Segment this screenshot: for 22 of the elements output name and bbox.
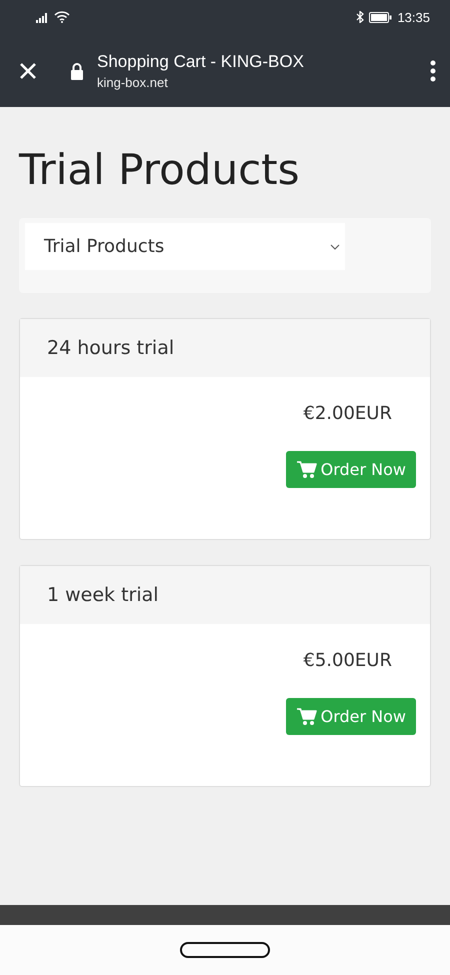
signal-icon — [36, 12, 50, 22]
cart-icon — [296, 460, 317, 478]
close-button[interactable] — [19, 62, 37, 80]
page-heading: Trial Products — [19, 145, 301, 194]
category-select[interactable]: Trial Products — [25, 223, 345, 270]
product-name: 24 hours trial — [47, 337, 174, 359]
cart-icon — [296, 708, 317, 726]
chevron-down-icon — [330, 244, 340, 250]
lock-icon — [70, 62, 84, 80]
home-indicator[interactable] — [180, 942, 270, 958]
order-now-button[interactable]: Order Now — [286, 698, 416, 735]
wifi-icon — [54, 11, 70, 23]
bluetooth-icon — [356, 11, 364, 23]
product-price: €5.00EUR — [303, 650, 392, 671]
product-name: 1 week trial — [47, 584, 159, 606]
page-url: king-box.net — [97, 74, 169, 90]
clock-time: 13:35 — [397, 10, 430, 24]
product-price: €2.00EUR — [303, 403, 392, 424]
page-title: Shopping Cart - KING-BOX — [97, 52, 305, 72]
battery-icon — [369, 12, 392, 22]
more-menu-button[interactable] — [430, 60, 436, 82]
order-now-button[interactable]: Order Now — [286, 451, 416, 488]
